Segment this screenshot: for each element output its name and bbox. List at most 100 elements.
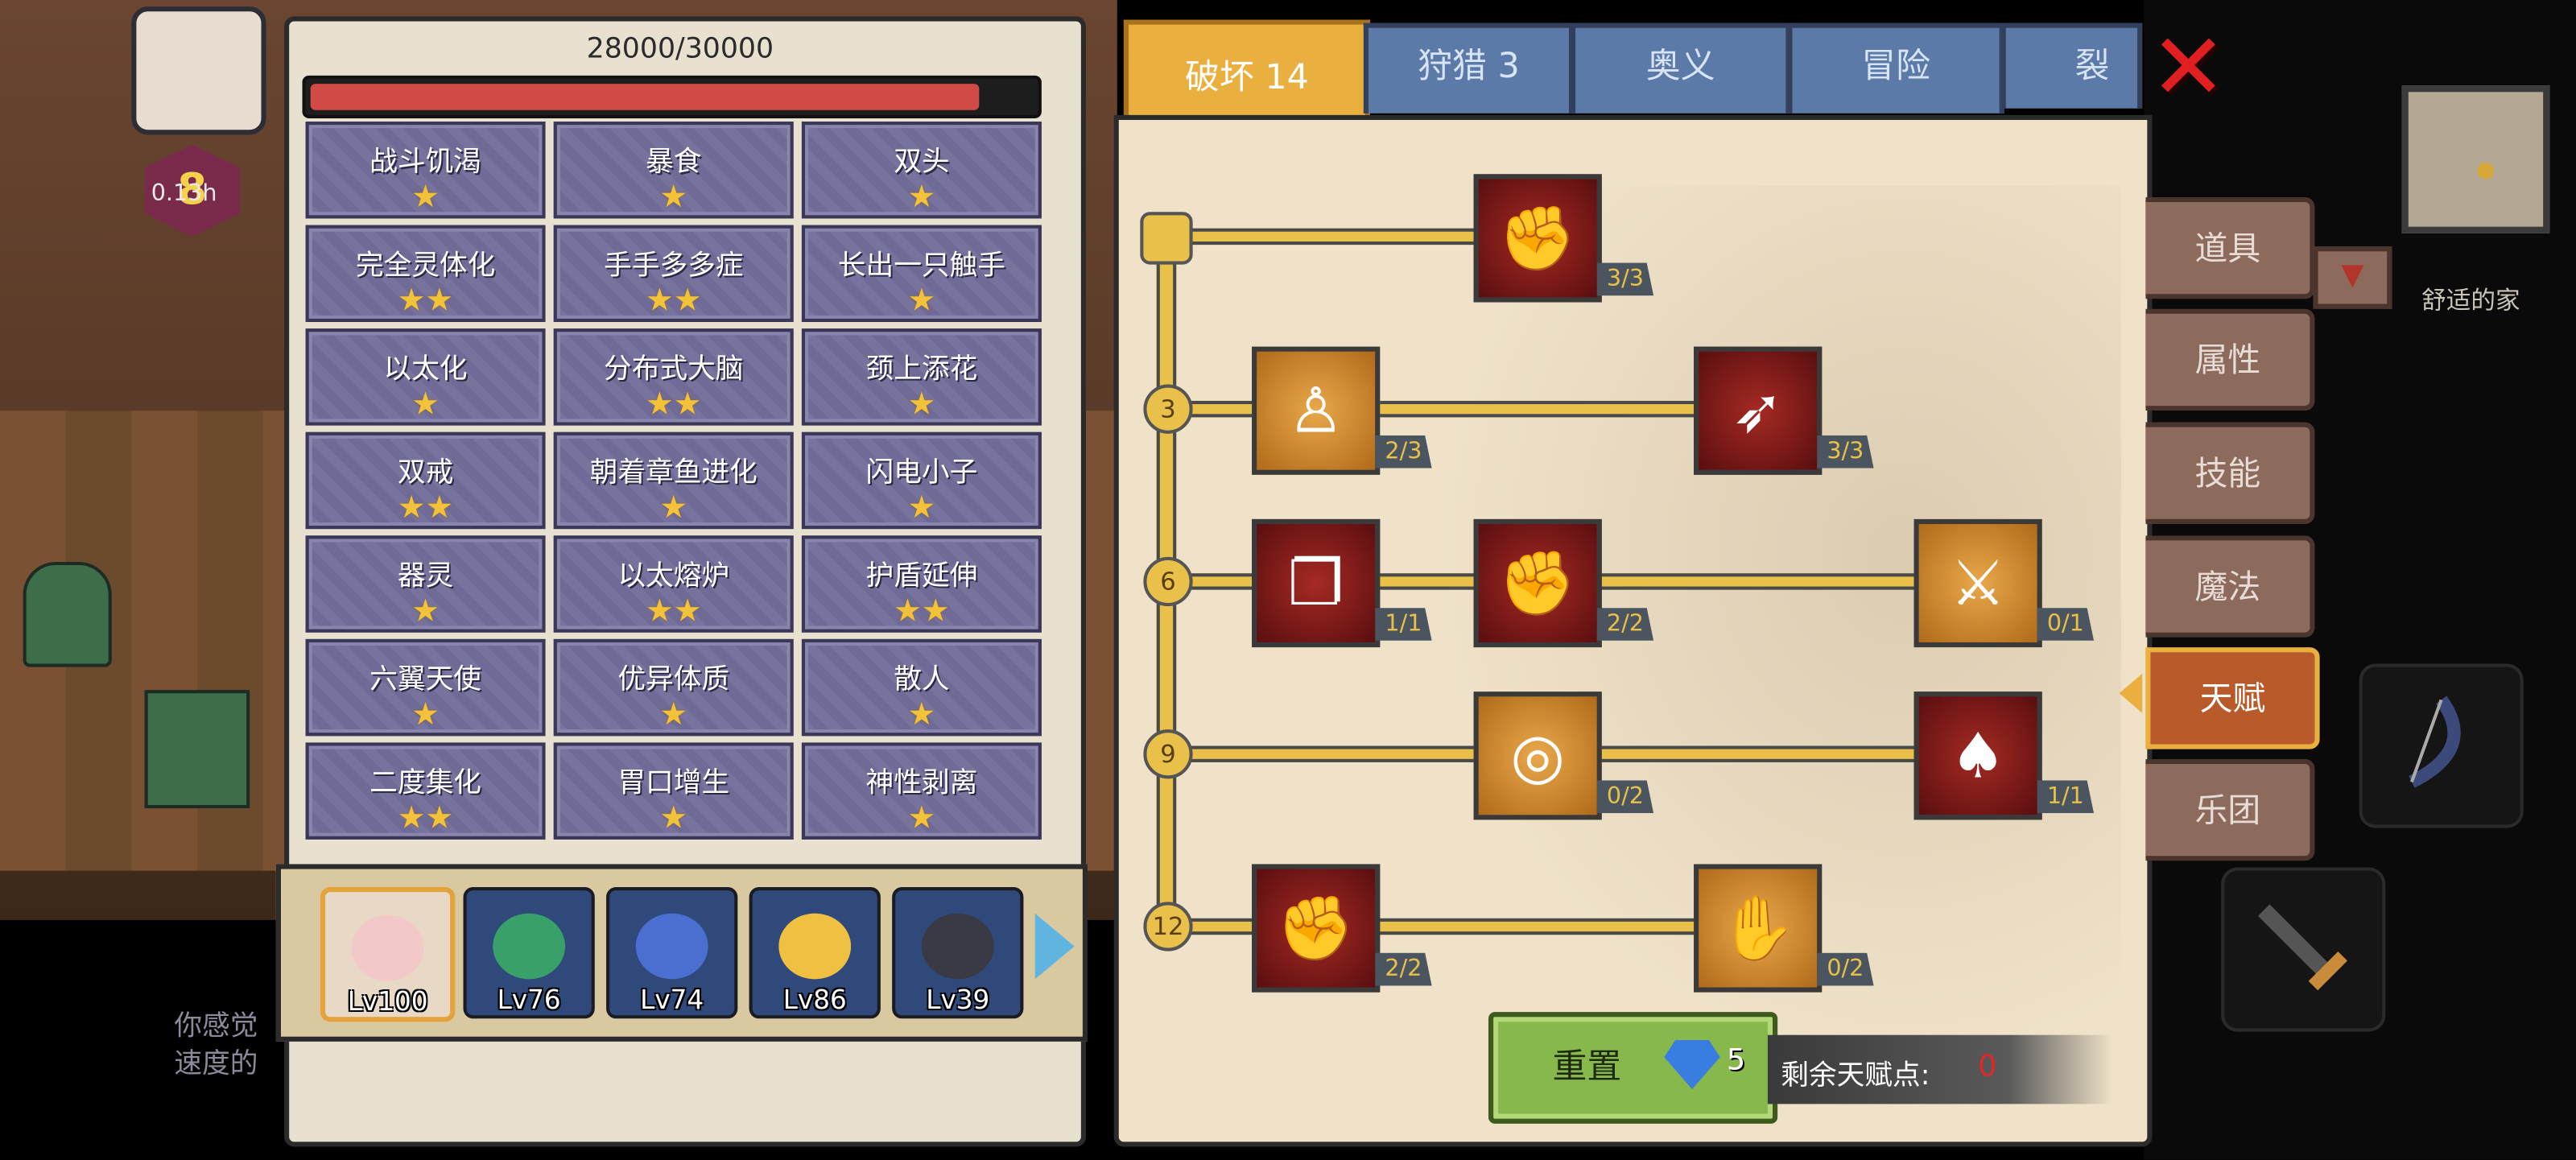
tab-hunt[interactable]: 狩猎 3: [1363, 23, 1575, 114]
trait-stars: ★: [907, 283, 936, 319]
hero-slot[interactable]: Lv74: [606, 887, 738, 1019]
skill-count: 1/1: [2037, 780, 2095, 814]
tree-branch: [1593, 573, 1922, 590]
trait-cell[interactable]: 完全灵体化 ★★: [305, 225, 546, 322]
grab-skill[interactable]: ✋: [1694, 864, 1823, 993]
exp-bar: [302, 75, 1042, 118]
sword-icon: [2258, 904, 2347, 991]
trait-stars: ★★: [397, 799, 454, 836]
skill-count: 3/3: [1817, 435, 1874, 469]
trait-cell[interactable]: 二度集化 ★★: [305, 742, 546, 840]
trait-name: 以太化: [383, 353, 468, 386]
exp-text: 28000/30000: [586, 32, 774, 66]
trait-cell[interactable]: 胃口增生 ★: [553, 742, 794, 840]
tab-adventure[interactable]: 冒险: [1787, 23, 2004, 114]
trait-cell[interactable]: 六翼天使 ★: [305, 638, 546, 737]
hero-level: Lv86: [782, 984, 847, 1016]
hero-selector: Lv100 Lv76 Lv74 Lv86 Lv39: [275, 864, 1088, 1042]
hero-avatar: [351, 914, 424, 981]
player-portrait[interactable]: [131, 6, 266, 135]
trait-name: 战斗饥渴: [369, 146, 481, 180]
side-tab-magic[interactable]: 魔法: [2145, 535, 2315, 638]
hero-slot[interactable]: Lv76: [463, 887, 595, 1019]
reset-button[interactable]: 重置 5: [1488, 1012, 1778, 1124]
trait-cell[interactable]: 散人 ★: [801, 638, 1042, 737]
player-marker-icon: [2477, 163, 2494, 180]
bow-item-slot[interactable]: [2359, 663, 2524, 828]
tier-node: 6: [1143, 556, 1193, 607]
trait-stars: ★★: [894, 592, 950, 630]
chat-line: 速度的: [174, 1048, 258, 1081]
hero-slot[interactable]: Lv39: [892, 887, 1024, 1019]
sword-item-slot[interactable]: [2221, 867, 2386, 1032]
trait-cell[interactable]: 朝着章鱼进化 ★: [553, 431, 794, 530]
side-tab-band[interactable]: 乐团: [2145, 758, 2315, 861]
trait-stars: ★: [907, 386, 936, 423]
trait-cell[interactable]: 暴食 ★: [553, 122, 794, 219]
reset-label: 重置: [1552, 1046, 1622, 1086]
trait-cell[interactable]: 战斗饥渴 ★: [305, 122, 546, 219]
dash-card-icon: ❐: [1287, 547, 1344, 620]
side-tab-attributes[interactable]: 属性: [2145, 308, 2315, 411]
trait-stars: ★: [907, 696, 936, 733]
chat-log: 你感觉 速度的: [174, 1009, 258, 1084]
fist-skill[interactable]: ✊: [1252, 864, 1381, 993]
tree-branch: [1373, 918, 1703, 935]
hero-avatar: [921, 913, 994, 980]
side-tab-talent[interactable]: 天赋: [2145, 647, 2320, 749]
trait-name: 闪电小子: [865, 456, 978, 490]
trait-stars: ★★: [397, 489, 454, 526]
trait-cell[interactable]: 器灵 ★: [305, 535, 546, 633]
chat-line: 你感觉: [174, 1010, 258, 1043]
tab-destroy[interactable]: 破坏 14: [1123, 19, 1371, 127]
trait-stars: ★★: [397, 283, 454, 319]
punch-skill[interactable]: ✊: [1473, 518, 1602, 648]
side-tab-skills[interactable]: 技能: [2145, 422, 2315, 525]
close-icon[interactable]: ✕: [2149, 23, 2227, 114]
skill-count: 0/2: [1596, 780, 1654, 814]
dash-card-skill[interactable]: ❐: [1252, 518, 1381, 648]
trait-cell[interactable]: 以太熔炉 ★★: [553, 535, 794, 633]
trait-name: 优异体质: [617, 663, 730, 697]
skill-count: 0/1: [2037, 608, 2095, 641]
body-skill[interactable]: ♙: [1252, 346, 1381, 475]
chevron-down-icon[interactable]: ▼: [2313, 246, 2392, 309]
hero-slot[interactable]: Lv100: [320, 887, 456, 1022]
bat-wings-icon: ♠: [1950, 719, 2006, 792]
trait-cell[interactable]: 分布式大脑 ★★: [553, 328, 794, 426]
trait-cell[interactable]: 颈上添花 ★: [801, 328, 1042, 426]
side-tab-items[interactable]: 道具: [2145, 196, 2315, 299]
tab-rift[interactable]: 裂痕: [2000, 23, 2143, 109]
minimap[interactable]: [2401, 85, 2550, 233]
bat-wings-skill[interactable]: ♠: [1913, 691, 2042, 820]
trait-cell[interactable]: 优异体质 ★: [553, 638, 794, 737]
next-arrow-icon[interactable]: [1034, 913, 1075, 980]
trait-cell[interactable]: 以太化 ★: [305, 328, 546, 426]
trait-name: 以太熔炉: [617, 559, 730, 593]
trait-name: 双戒: [397, 456, 454, 490]
arrow-strike-skill[interactable]: ➶: [1694, 346, 1823, 475]
trait-stars: ★: [659, 696, 688, 733]
trait-cell[interactable]: 护盾延伸 ★★: [801, 535, 1042, 633]
arm-wrestle-skill[interactable]: ✊: [1473, 174, 1602, 303]
gem-icon: [1664, 1039, 1720, 1090]
sword-slash-skill[interactable]: ⚔: [1913, 518, 2042, 648]
trait-cell[interactable]: 手手多多症 ★★: [553, 225, 794, 322]
hero-slot[interactable]: Lv86: [749, 887, 881, 1019]
trait-cell[interactable]: 双头 ★: [801, 122, 1042, 219]
trait-cell[interactable]: 闪电小子 ★: [801, 431, 1042, 530]
pointer-icon: [2119, 673, 2143, 713]
green-cabinet: [144, 690, 250, 809]
skill-count: 0/2: [1817, 952, 1874, 986]
shockwave-skill[interactable]: ◎: [1473, 691, 1602, 820]
trait-cell[interactable]: 长出一只触手 ★: [801, 225, 1042, 322]
game-screen: 8 0.13h 你感觉 速度的 舒适的家 28000/30000 战斗饥渴 ★ 暴食…: [0, 0, 2576, 1160]
tree-branch: [1373, 400, 1703, 418]
skill-count: 2/2: [1375, 952, 1432, 986]
remaining-points-value: 0: [1978, 1050, 1997, 1084]
trait-name: 暴食: [646, 146, 702, 180]
tab-mystery[interactable]: 奥义: [1571, 23, 1791, 114]
trait-name: 颈上添花: [865, 353, 978, 386]
trait-cell[interactable]: 神性剥离 ★: [801, 742, 1042, 840]
trait-cell[interactable]: 双戒 ★★: [305, 431, 546, 530]
